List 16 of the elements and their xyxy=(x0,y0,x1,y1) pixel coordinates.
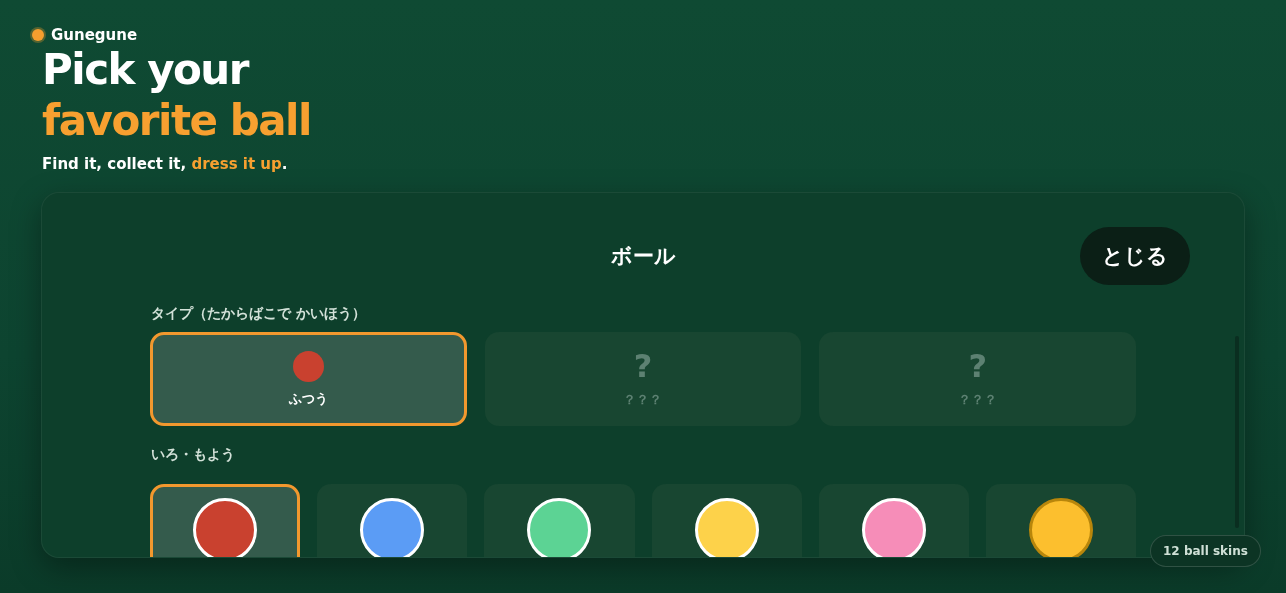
question-mark: ? xyxy=(633,349,653,383)
brand-name: Gunegune xyxy=(51,26,138,44)
headline-accent: favorite ball xyxy=(42,95,312,146)
question-mark: ? xyxy=(968,349,987,383)
type-label: ？？？ xyxy=(623,391,663,409)
headline: Pick your xyxy=(42,44,250,95)
section-label: いろ・もよう xyxy=(151,446,236,464)
skin-count-badge: 12 ball skins xyxy=(1150,535,1261,567)
type-label: ？？？ xyxy=(958,391,998,409)
panel-title: ボール xyxy=(610,243,676,270)
type-card[interactable]: ふつう xyxy=(150,332,467,426)
tagline: Find it, collect it, dress it up. xyxy=(42,155,289,173)
type-label: ふつう xyxy=(288,389,328,408)
brand-dot-icon xyxy=(32,29,44,41)
section-label: タイプ（たからばこで かいほう） xyxy=(151,305,367,323)
close-button[interactable]: とじる xyxy=(1080,227,1190,285)
